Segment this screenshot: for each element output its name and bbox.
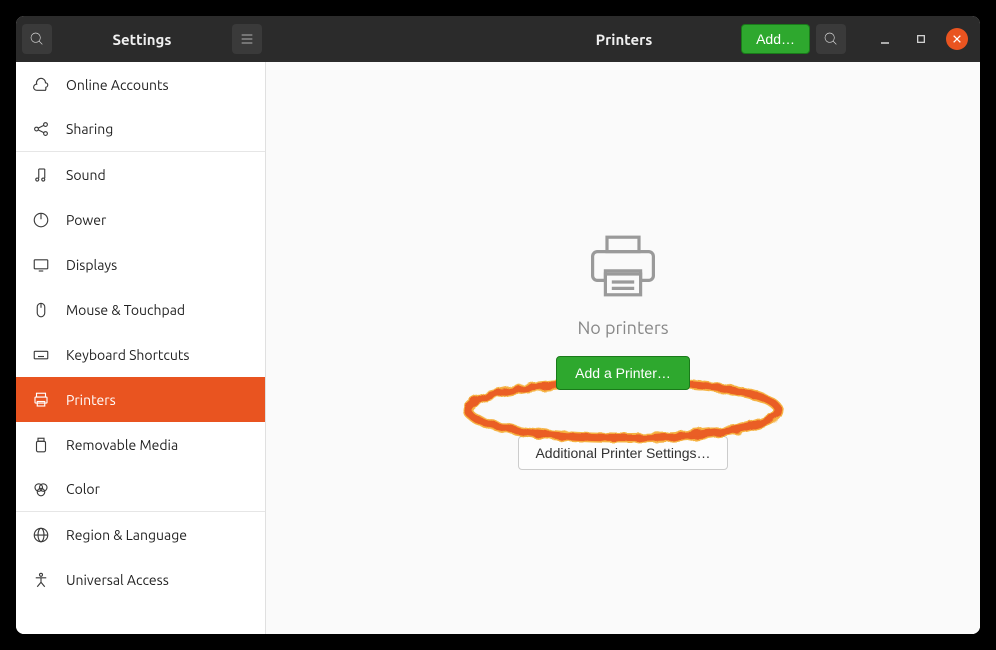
display-icon [32, 256, 50, 274]
sidebar-item-label: Mouse & Touchpad [66, 302, 185, 318]
usb-icon [32, 436, 50, 454]
sidebar-item-sharing[interactable]: Sharing [16, 107, 265, 152]
sidebar-item-label: Power [66, 212, 106, 228]
search-icon [29, 31, 45, 47]
power-icon [32, 211, 50, 229]
share-icon [32, 120, 50, 138]
sidebar-item-label: Online Accounts [66, 77, 169, 93]
sidebar-item-label: Sharing [66, 121, 113, 137]
sidebar-item-color[interactable]: Color [16, 467, 265, 512]
sidebar-item-displays[interactable]: Displays [16, 242, 265, 287]
title-bar: Settings Printers Add… [16, 16, 980, 62]
settings-window: Settings Printers Add… [16, 16, 980, 634]
sidebar-item-sound[interactable]: Sound [16, 152, 265, 197]
sidebar-item-label: Region & Language [66, 527, 187, 543]
sidebar-item-label: Printers [66, 392, 116, 408]
sidebar-item-universal-access[interactable]: Universal Access [16, 557, 265, 602]
window-controls [866, 28, 980, 50]
maximize-icon [916, 34, 926, 44]
sidebar-item-label: Removable Media [66, 437, 178, 453]
menu-icon [239, 31, 255, 47]
sidebar-search-button[interactable] [22, 24, 52, 54]
close-icon [952, 34, 962, 44]
color-icon [32, 480, 50, 498]
keyboard-icon [32, 346, 50, 364]
close-button[interactable] [946, 28, 968, 50]
sidebar-item-label: Universal Access [66, 572, 169, 588]
accessibility-icon [32, 571, 50, 589]
content-area: Online Accounts Sharing Sound Power Disp… [16, 62, 980, 634]
printer-icon [32, 391, 50, 409]
minimize-icon [879, 33, 891, 45]
sidebar-item-printers[interactable]: Printers [16, 377, 265, 422]
additional-settings-button[interactable]: Additional Printer Settings… [518, 436, 727, 470]
sidebar-item-label: Sound [66, 167, 106, 183]
add-printer-button[interactable]: Add a Printer… [556, 356, 690, 390]
sidebar-item-online-accounts[interactable]: Online Accounts [16, 62, 265, 107]
sidebar-item-removable-media[interactable]: Removable Media [16, 422, 265, 467]
sidebar-item-region[interactable]: Region & Language [16, 512, 265, 557]
sidebar-item-label: Displays [66, 257, 117, 273]
search-icon [823, 31, 839, 47]
sidebar-item-label: Keyboard Shortcuts [66, 347, 189, 363]
printer-empty-icon [583, 226, 663, 310]
header-search-button[interactable] [816, 24, 846, 54]
sidebar-item-label: Color [66, 481, 100, 497]
music-icon [32, 166, 50, 184]
main-panel: No printers Add a Printer… Additional Pr… [266, 62, 980, 634]
minimize-button[interactable] [874, 28, 896, 50]
mouse-icon [32, 301, 50, 319]
app-title: Settings [58, 31, 226, 48]
empty-state-text: No printers [577, 318, 668, 338]
sidebar-item-power[interactable]: Power [16, 197, 265, 242]
sidebar: Online Accounts Sharing Sound Power Disp… [16, 62, 266, 634]
maximize-button[interactable] [910, 28, 932, 50]
globe-icon [32, 526, 50, 544]
hamburger-menu-button[interactable] [232, 24, 262, 54]
cloud-icon [32, 76, 50, 94]
add-button[interactable]: Add… [741, 24, 810, 54]
sidebar-item-mouse[interactable]: Mouse & Touchpad [16, 287, 265, 332]
sidebar-item-keyboard[interactable]: Keyboard Shortcuts [16, 332, 265, 377]
